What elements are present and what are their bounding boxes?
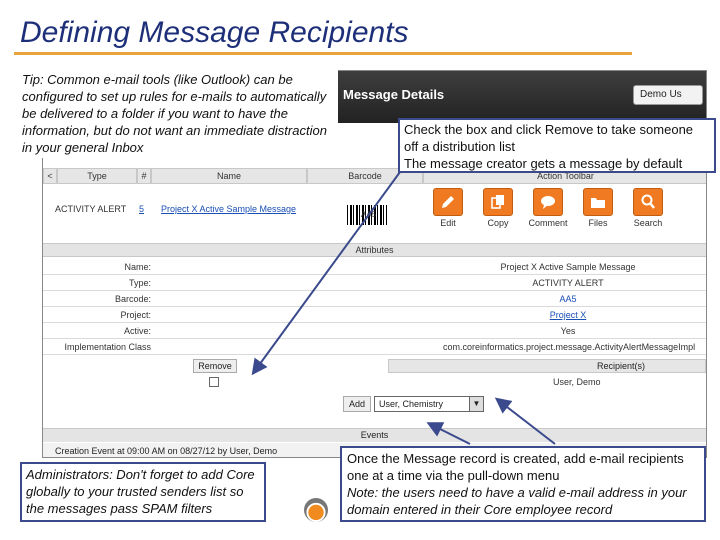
add-arrow-left (426, 422, 471, 445)
remove-arrow (251, 171, 401, 376)
callout-arrows (251, 171, 556, 445)
add-arrow-right (494, 397, 556, 445)
